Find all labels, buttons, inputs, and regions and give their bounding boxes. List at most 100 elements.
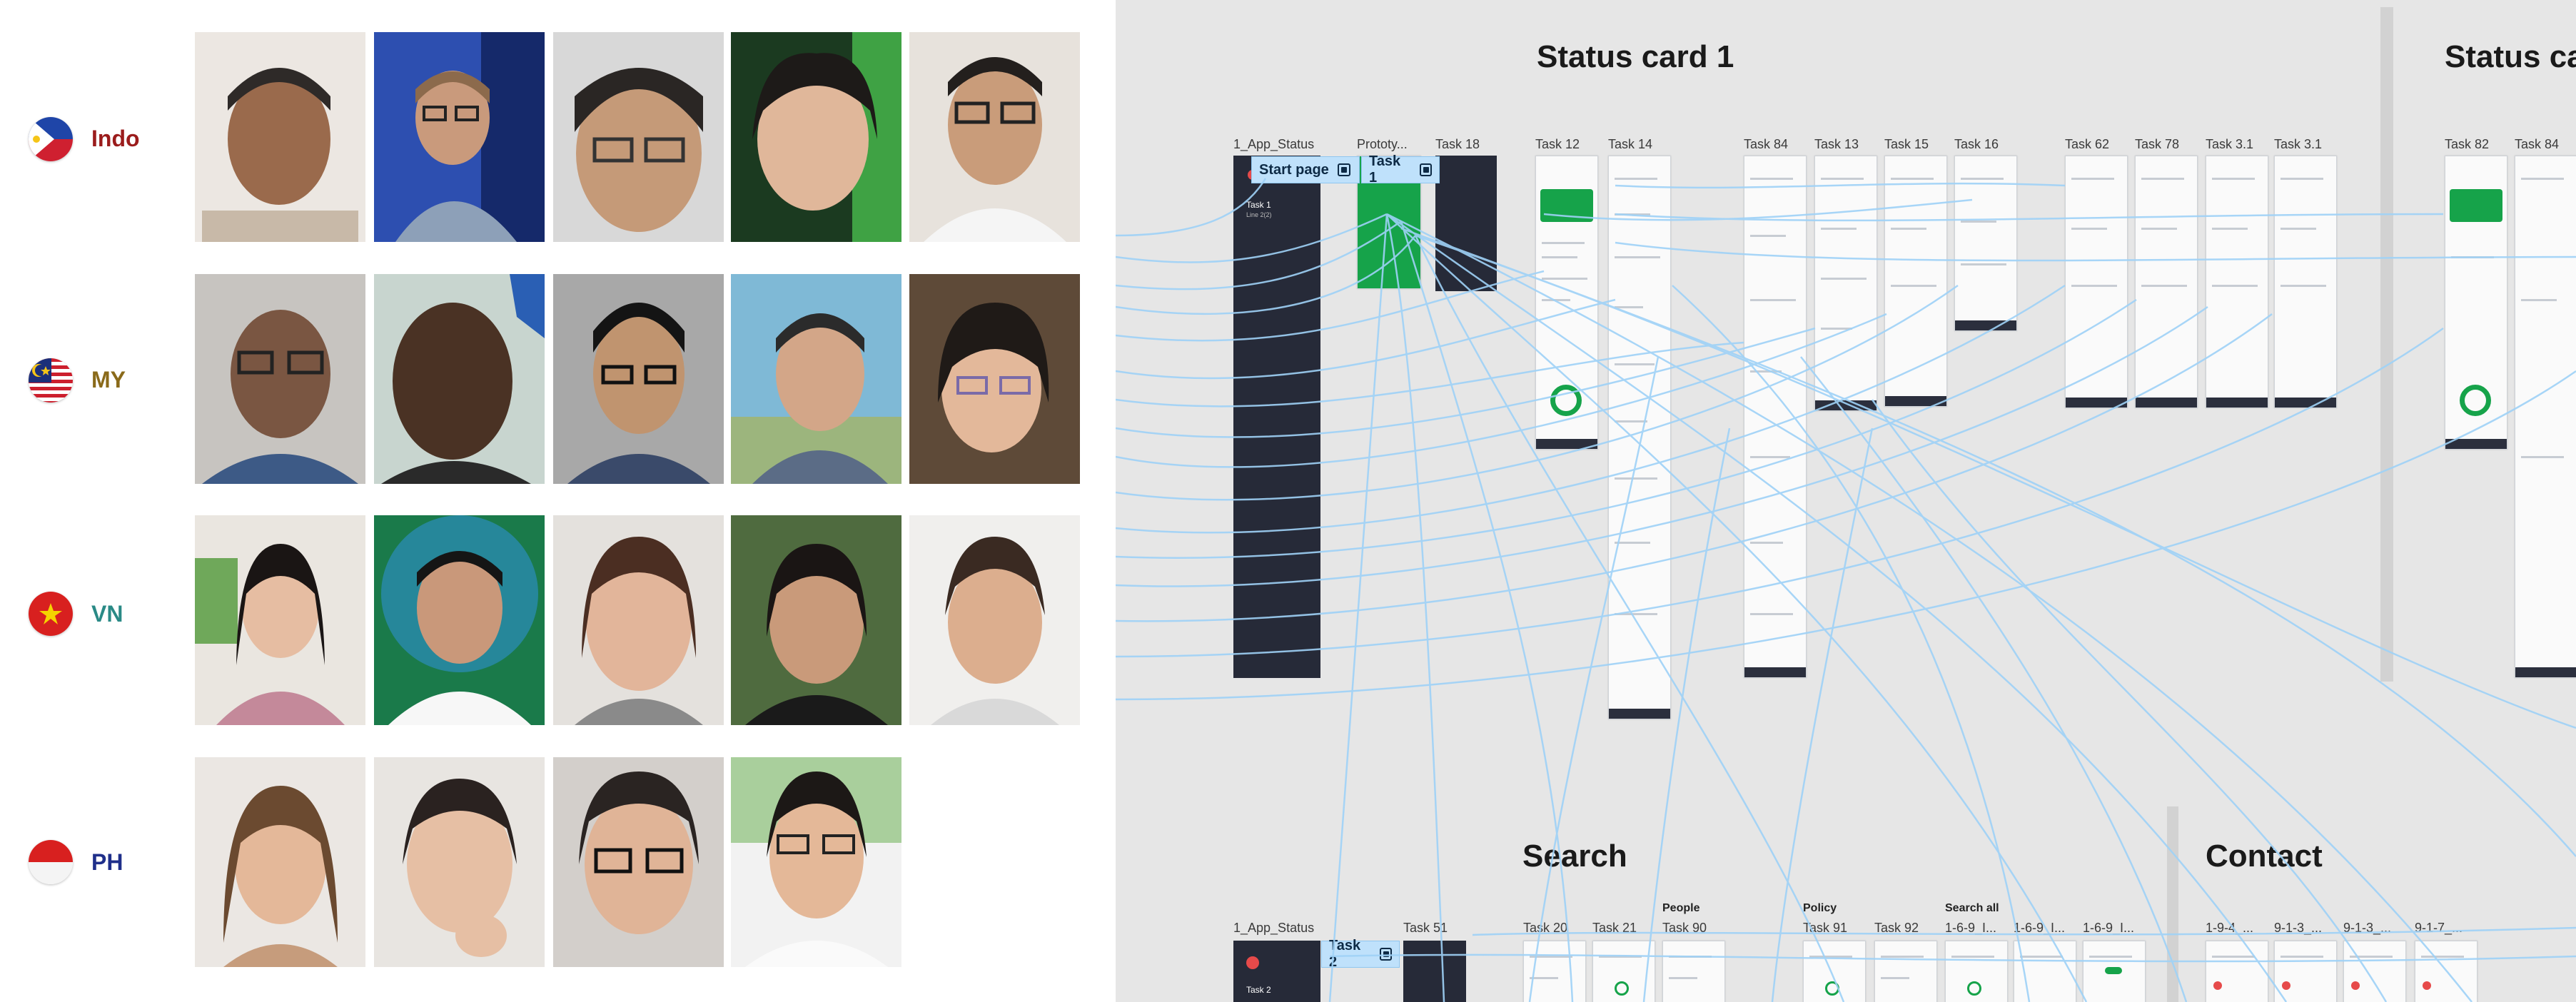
figma-prototype-canvas[interactable]: Status card 1 Status ca Search Contact 1… — [1116, 0, 2576, 1002]
section-divider — [2167, 806, 2178, 1002]
frame-label[interactable]: Task 78 — [2135, 137, 2179, 152]
frame-label[interactable]: Prototy... — [1357, 137, 1408, 152]
participant-photo — [909, 274, 1080, 484]
task-1-label: Task 1 — [1369, 153, 1401, 186]
screen-frame-task-84[interactable] — [1744, 156, 1807, 678]
indonesia-flag-icon — [29, 840, 73, 884]
frame-label[interactable]: 1-6-9_I... — [2014, 921, 2071, 936]
frame-label[interactable]: 9-1-3_... — [2343, 921, 2391, 936]
frame-label[interactable]: Task 84 — [2515, 137, 2559, 152]
screen-frame-contact-3[interactable] — [2343, 941, 2406, 1002]
frame-label[interactable]: 9-1-3_... — [2274, 921, 2322, 936]
screen-frame-task-15[interactable] — [1884, 156, 1947, 407]
task-2-label: Task 2 — [1329, 938, 1361, 970]
frame-label[interactable]: 1-6-9_I... — [1945, 921, 1996, 936]
screen-frame-task-21[interactable] — [1592, 941, 1655, 1002]
frame-label[interactable]: Task 18 — [1435, 137, 1480, 152]
task-1-flow-button[interactable]: Task 1 — [1361, 153, 1440, 186]
frame-label[interactable]: Task 16 — [1954, 137, 1999, 152]
frame-label[interactable]: Task 51 — [1403, 921, 1448, 936]
screen-frame-task-3-1[interactable] — [2274, 156, 2337, 408]
frame-label[interactable]: Task 3.1 — [2274, 137, 2322, 152]
participant-photo — [909, 32, 1080, 242]
frame-task-1-subtext: Line 2(2) — [1246, 211, 1272, 218]
flow-play-icon — [1337, 163, 1350, 176]
frame-label[interactable]: Task 15 — [1884, 137, 1929, 152]
frame-label[interactable]: Task 62 — [2065, 137, 2109, 152]
frame-label[interactable]: Task 84 — [1744, 137, 1788, 152]
section-divider — [2380, 7, 2393, 682]
participant-photo — [909, 515, 1080, 725]
participant-photo — [553, 757, 724, 967]
flow-play-icon — [1419, 163, 1432, 176]
task-2-flow-button[interactable]: Task 2 — [1321, 938, 1400, 970]
frame-label[interactable]: 1_App_Status — [1233, 921, 1314, 936]
frame-label[interactable]: Task 91 — [1803, 921, 1847, 936]
participant-photo — [553, 515, 724, 725]
frame-label[interactable]: Task 21 — [1592, 921, 1637, 936]
screen-frame-search-all[interactable] — [1945, 941, 2008, 1002]
group-label-people: People — [1662, 902, 1700, 914]
app-status-frame[interactable]: Task 1 Line 2(2) — [1233, 156, 1320, 678]
frame-label[interactable]: Task 14 — [1608, 137, 1652, 152]
frame-label[interactable]: Task 82 — [2445, 137, 2489, 152]
philippines-flag-icon — [29, 117, 73, 161]
participant-photo — [374, 274, 545, 484]
frame-label[interactable]: 1_App_Status — [1233, 137, 1314, 152]
frame-label[interactable]: Task 3.1 — [2206, 137, 2253, 152]
section-title-status-card-1: Status card 1 — [1537, 39, 1734, 74]
screen-frame-task-62[interactable] — [2065, 156, 2128, 408]
screen-frame-contact-1[interactable] — [2206, 941, 2268, 1002]
screen-frame-search-all-2[interactable] — [2014, 941, 2076, 1002]
participant-grid-panel: Indo MY VN PH — [0, 0, 1116, 1002]
screen-frame-task-13[interactable] — [1814, 156, 1877, 411]
participant-photo — [731, 515, 901, 725]
screen-frame-task-3-1[interactable] — [2206, 156, 2268, 408]
screen-frame-task-78[interactable] — [2135, 156, 2198, 408]
frame-label[interactable]: Task 90 — [1662, 921, 1707, 936]
frame-label[interactable]: 9-1-7_... — [2415, 921, 2463, 936]
section-title-contact: Contact — [2206, 839, 2323, 874]
malaysia-flag-icon — [29, 358, 73, 403]
frame-label[interactable]: Task 12 — [1535, 137, 1580, 152]
flow-play-icon — [1379, 948, 1392, 961]
section-title-status-card-2: Status ca — [2445, 39, 2576, 74]
participant-photo — [731, 274, 901, 484]
participant-photo — [553, 274, 724, 484]
frame-label[interactable]: 1-9-4_... — [2206, 921, 2253, 936]
task-18-frame[interactable] — [1435, 156, 1497, 291]
country-label-vn: VN — [91, 601, 123, 627]
screen-frame-task-12[interactable] — [1535, 156, 1598, 450]
participant-photo — [374, 32, 545, 242]
vietnam-flag-icon — [29, 592, 73, 636]
screen-frame-task-16[interactable] — [1954, 156, 2017, 331]
frame-label[interactable]: Task 13 — [1814, 137, 1859, 152]
screen-frame-task-90[interactable] — [1662, 941, 1725, 1002]
screen-frame-task-20[interactable] — [1523, 941, 1586, 1002]
screen-frame-task-84b[interactable] — [2515, 156, 2576, 678]
frame-task-1-text: Task 1 — [1246, 200, 1271, 210]
frame-label[interactable]: Task 92 — [1874, 921, 1919, 936]
screen-frame-task-14[interactable] — [1608, 156, 1671, 719]
start-page-flow-button[interactable]: Start page — [1251, 156, 1360, 183]
task-51-frame[interactable] — [1403, 941, 1466, 1002]
screen-frame-contact-4[interactable] — [2415, 941, 2477, 1002]
screen-frame-task-91[interactable] — [1803, 941, 1866, 1002]
participant-photo — [553, 32, 724, 242]
frame-label[interactable]: Task 20 — [1523, 921, 1567, 936]
country-label-my: MY — [91, 367, 126, 393]
screen-frame-task-82[interactable] — [2445, 156, 2507, 450]
participant-photo — [195, 274, 365, 484]
participant-photo — [195, 757, 365, 967]
group-label-policy: Policy — [1803, 902, 1837, 914]
participant-photo — [374, 757, 545, 967]
screen-frame-contact-2[interactable] — [2274, 941, 2337, 1002]
screen-frame-task-92[interactable] — [1874, 941, 1937, 1002]
app-status-frame-bottom[interactable]: Task 2 — [1233, 941, 1320, 1002]
screen-frame-search-all-3[interactable] — [2083, 941, 2146, 1002]
frame-label[interactable]: 1-6-9_I... — [2083, 921, 2140, 936]
start-page-label: Start page — [1259, 161, 1329, 178]
participant-photo — [195, 32, 365, 242]
group-label-search-all: Search all — [1945, 902, 1999, 914]
country-label-ph: PH — [91, 849, 123, 875]
